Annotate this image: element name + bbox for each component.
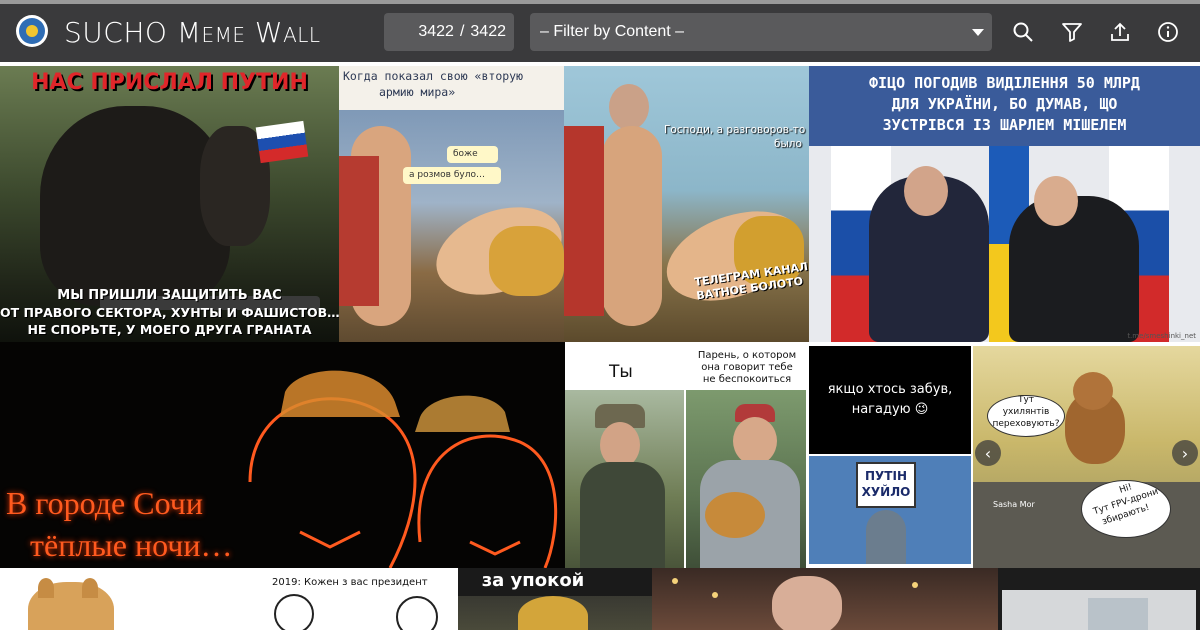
meme-tile-fico-handshake[interactable]: ФІЦО ПОГОДИВ ВИДІЛЕННЯ 50 МЛРД ДЛЯ УКРАЇ… bbox=[809, 66, 1200, 342]
chat-bubble-1: боже bbox=[447, 146, 498, 163]
bubble-1-line-2: ухилянтів bbox=[1002, 407, 1050, 417]
app-header: SUCHO Meme Wall 3422 / 3422 – Filter by … bbox=[0, 4, 1200, 62]
sucho-logo[interactable] bbox=[16, 15, 48, 47]
meme-line-2: ДЛЯ УКРАЇНИ, БО ДУМАВ, ЩО bbox=[891, 95, 1118, 113]
meme-bottom-line-2: ОТ ПРАВОГО СЕКТОРА, ХУНТЫ И ФАШИСТОВ… bbox=[0, 305, 339, 320]
meme-tile-painting-second-army[interactable]: Когда показал свою «вторую армию мира» б… bbox=[339, 66, 564, 342]
counter-total: 3422 bbox=[470, 23, 506, 40]
label-right-3: не беспокоиться bbox=[702, 374, 792, 385]
label-right-2: она говорит тебе bbox=[701, 362, 793, 373]
neon-line-2: тёплые ночи… bbox=[30, 527, 233, 563]
reminder-line-2: нагадую 😉 bbox=[851, 402, 929, 417]
meme-tile-sochi-neon[interactable]: В городе Сочи тёплые ночи… bbox=[0, 342, 565, 568]
meme-tile-putin-speech[interactable] bbox=[652, 568, 998, 630]
filter-icon[interactable] bbox=[1061, 21, 1083, 43]
content-filter-select[interactable]: – Filter by Content – bbox=[530, 13, 992, 51]
meme-tile-reminder-tom[interactable]: якщо хтось забув, нагадую 😉 ПУТІН ХУЙЛО bbox=[806, 342, 973, 568]
carousel-next-button[interactable]: › bbox=[1172, 440, 1198, 466]
chat-bubble-2: а розмов було… bbox=[403, 167, 501, 184]
meme-bottom-line-3: НЕ СПОРЬТЕ, У МОЕГО ДРУГА ГРАНАТА bbox=[27, 322, 312, 337]
filter-label: – Filter by Content – bbox=[540, 23, 685, 40]
meme-tile-mushroom-comparison[interactable]: Ты Парень, о котором она говорит тебе не… bbox=[565, 342, 806, 568]
meme-tile-za-upokoy[interactable]: за упокой bbox=[458, 568, 652, 630]
app-title: SUCHO Meme Wall bbox=[64, 16, 321, 49]
upload-icon[interactable] bbox=[1109, 21, 1131, 43]
search-icon[interactable] bbox=[1012, 21, 1034, 43]
bubble-1-line-3: переховують? bbox=[992, 419, 1060, 429]
meme-caption-line-1: Когда показал свою «вторую bbox=[343, 69, 524, 83]
bubble-1-line-1: Тут bbox=[1017, 395, 1035, 405]
meme-caption-line-2: армию мира» bbox=[379, 85, 456, 99]
meme-top-text: НАС ПРИСЛАЛ ПУТИН bbox=[31, 70, 308, 95]
meme-caption-line-1: Господи, а разговоров-то bbox=[664, 124, 806, 136]
reminder-line-1: якщо хтось забув, bbox=[827, 382, 953, 397]
meme-caption: 2019: Кожен з вас президент bbox=[272, 577, 428, 588]
meme-caption: за упокой bbox=[481, 570, 585, 591]
meme-line-1: ФІЦО ПОГОДИВ ВИДІЛЕННЯ 50 МЛРД bbox=[869, 74, 1140, 92]
meme-bottom-line-1: МЫ ПРИШЛИ ЗАЩИТИТЬ ВАС bbox=[57, 288, 282, 303]
meme-line-3: ЗУСТРІВСЯ ІЗ ШАРЛЕМ МІШЕЛЕМ bbox=[882, 116, 1127, 134]
meme-tile-planet-apes[interactable]: НАС ПРИСЛАЛ ПУТИН МЫ ПРИШЛИ ЗАЩИТИТЬ ВАС… bbox=[0, 66, 339, 342]
meme-tile-room[interactable] bbox=[998, 568, 1200, 630]
meme-tile-president-2019[interactable]: 2019: Кожен з вас президент bbox=[250, 568, 458, 630]
meme-counter[interactable]: 3422 / 3422 bbox=[384, 13, 514, 51]
meme-tile-painting-conversations[interactable]: Господи, а разговоров-то было ТЕЛЕГРАМ К… bbox=[564, 66, 809, 342]
neon-line-1: В городе Сочи bbox=[6, 485, 203, 521]
label-left: Ты bbox=[609, 362, 633, 382]
info-icon[interactable] bbox=[1157, 21, 1179, 43]
sign-line-1: ПУТІН bbox=[865, 469, 907, 483]
label-right-1: Парень, о котором bbox=[697, 350, 797, 361]
chevron-down-icon bbox=[972, 29, 984, 36]
author-credit: Sasha Mor bbox=[993, 500, 1035, 509]
source-credit: t.me/smeshinki_net bbox=[1127, 332, 1196, 340]
meme-tile-doge[interactable] bbox=[0, 568, 250, 630]
carousel-prev-button[interactable]: ‹ bbox=[975, 440, 1001, 466]
meme-caption-line-2: было bbox=[774, 138, 802, 150]
counter-current: 3422 bbox=[418, 23, 454, 40]
sign-line-2: ХУЙЛО bbox=[861, 485, 911, 499]
meme-tile-winnie-carousel[interactable]: Тут ухилянтів переховують? Ні! Тут FPV-д… bbox=[973, 342, 1200, 568]
counter-separator: / bbox=[459, 23, 465, 40]
